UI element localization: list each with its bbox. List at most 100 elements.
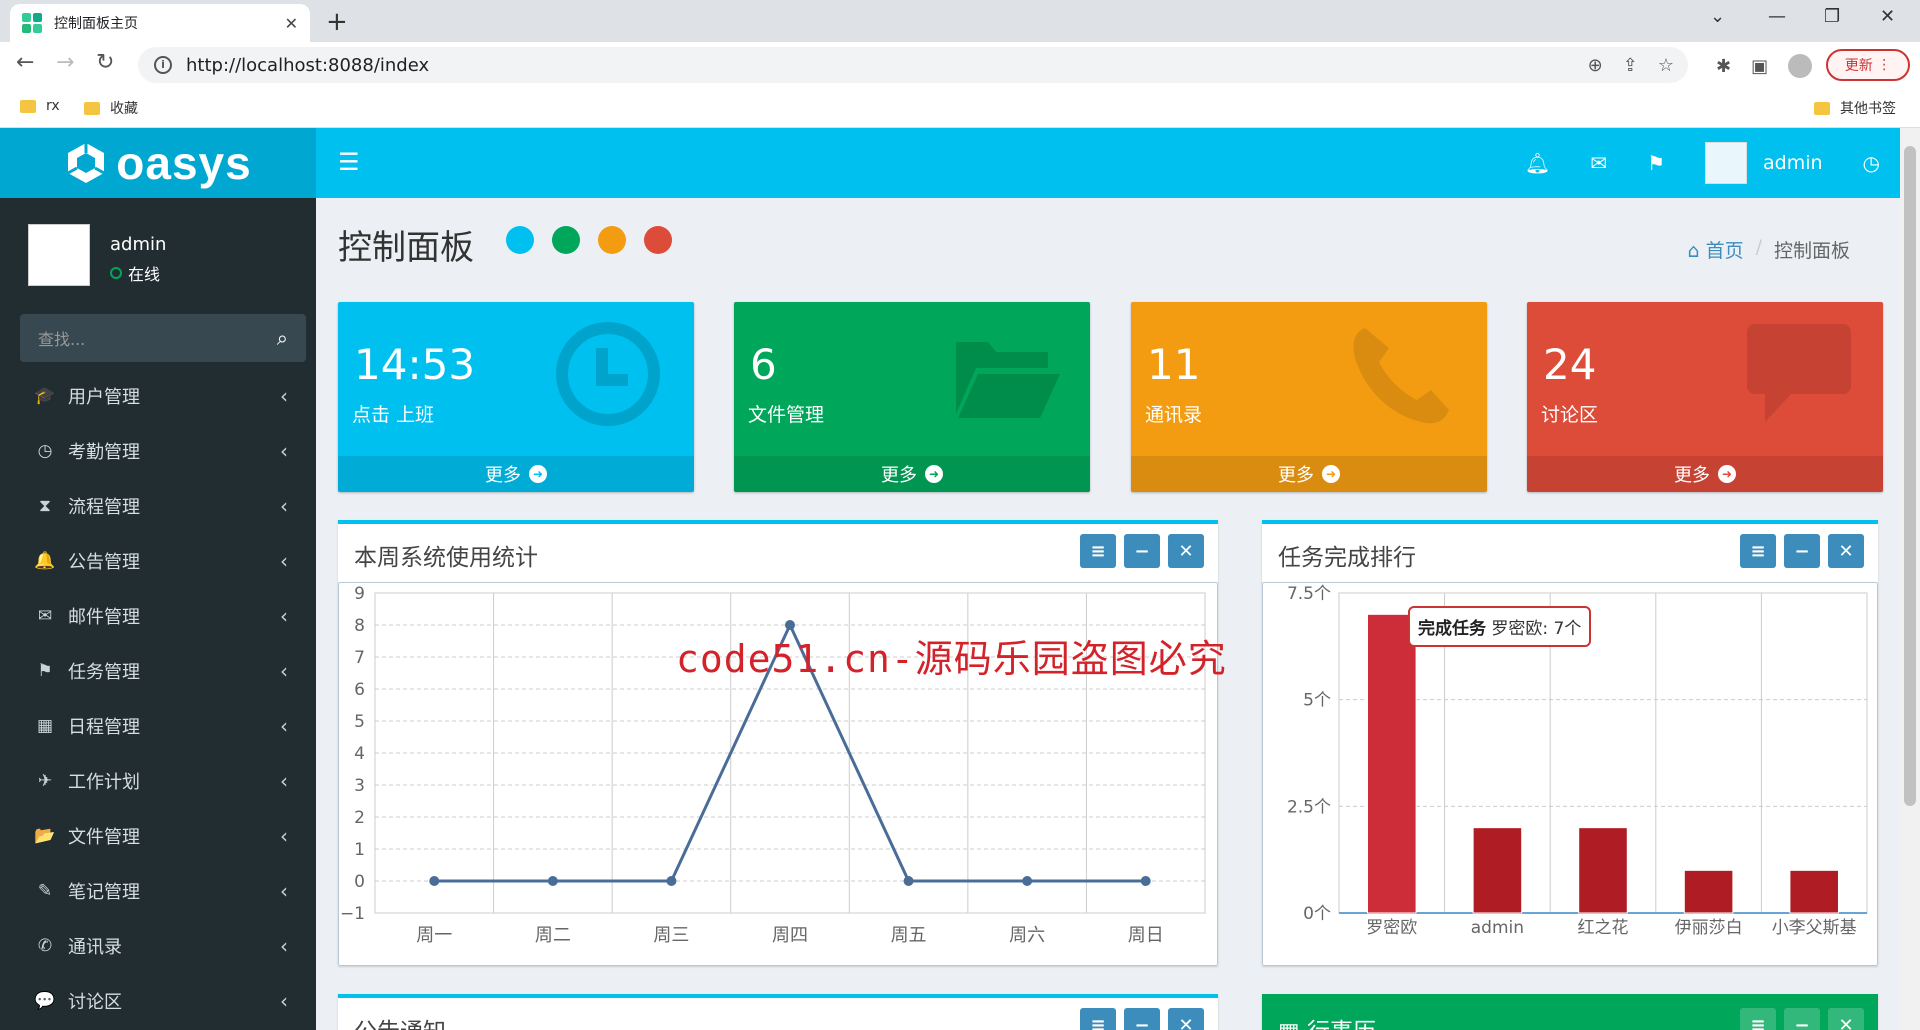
- arrow-circle-icon: ➜: [1718, 465, 1736, 483]
- site-info-icon[interactable]: i: [154, 56, 172, 74]
- color-dot-3[interactable]: [644, 226, 672, 254]
- list-icon[interactable]: ≡: [1740, 1008, 1776, 1030]
- breadcrumb-home-label: 首页: [1705, 240, 1744, 262]
- card-clock[interactable]: 14:53 点击 上班 更多 ➜: [338, 302, 694, 492]
- maximize-icon[interactable]: ❐: [1824, 6, 1840, 27]
- browser-tab[interactable]: 控制面板主页 ✕: [10, 4, 310, 42]
- more-link[interactable]: 更多 ➜: [734, 456, 1090, 492]
- sidebar-toggle-icon[interactable]: ☰: [338, 148, 360, 176]
- star-icon[interactable]: ☆: [1658, 55, 1674, 76]
- extensions-icon[interactable]: ✱: [1716, 56, 1731, 77]
- profile-avatar[interactable]: [1788, 54, 1813, 78]
- sidebar-item-2[interactable]: ⧗ 流程管理 ‹: [0, 478, 316, 533]
- zoom-icon[interactable]: ⊕: [1588, 55, 1603, 76]
- clock-icon: ◷: [37, 440, 53, 461]
- clock-icon[interactable]: ◷: [1863, 151, 1880, 175]
- sidebar-item-3[interactable]: 🔔 公告管理 ‹: [0, 533, 316, 588]
- new-tab-icon[interactable]: +: [326, 7, 348, 37]
- bookmark-rx[interactable]: rx: [20, 98, 60, 114]
- reload-icon[interactable]: ↻: [96, 50, 114, 75]
- sidebar-item-8[interactable]: 📂 文件管理 ‹: [0, 808, 316, 863]
- card-files[interactable]: 6 文件管理 更多 ➜: [734, 302, 1090, 492]
- chevron-left-icon: ‹: [280, 768, 288, 793]
- page-scrollbar[interactable]: [1900, 128, 1920, 1030]
- folder-open-icon: 📂: [34, 825, 56, 846]
- tab-close-icon[interactable]: ✕: [285, 14, 298, 33]
- sidebar-item-9[interactable]: ✎ 笔记管理 ‹: [0, 863, 316, 918]
- color-dot-0[interactable]: [506, 226, 534, 254]
- color-dot-2[interactable]: [598, 226, 626, 254]
- sidebar-item-label: 笔记管理: [68, 881, 140, 903]
- sidepanel-icon[interactable]: ▣: [1751, 56, 1768, 77]
- search-icon[interactable]: ⌕: [277, 326, 288, 350]
- sidebar-item-label: 讨论区: [68, 991, 122, 1013]
- sidebar-item-0[interactable]: 🎓 用户管理 ‹: [0, 368, 316, 423]
- flag-icon[interactable]: ⚑: [1647, 151, 1665, 175]
- back-icon[interactable]: ←: [16, 50, 34, 75]
- x-tick-label: 伊丽莎白: [1675, 918, 1743, 938]
- url-text: http://localhost:8088/index: [186, 54, 430, 76]
- remove-icon[interactable]: ✕: [1168, 534, 1204, 568]
- more-link[interactable]: 更多 ➜: [1527, 456, 1883, 492]
- breadcrumb-home[interactable]: ⌂ 首页: [1687, 236, 1743, 263]
- color-dot-1[interactable]: [552, 226, 580, 254]
- sidebar-item-4[interactable]: ✉ 邮件管理 ‹: [0, 588, 316, 643]
- scrollbar-thumb[interactable]: [1904, 146, 1916, 806]
- user-menu[interactable]: admin: [1705, 142, 1823, 184]
- chevron-left-icon: ‹: [280, 548, 288, 573]
- remove-icon[interactable]: ✕: [1828, 1008, 1864, 1030]
- url-bar[interactable]: i http://localhost:8088/index ⊕ ⇪ ☆: [138, 47, 1688, 83]
- list-icon[interactable]: ≡: [1080, 534, 1116, 568]
- calendar-icon: ▦: [1278, 1019, 1300, 1030]
- bookmark-other[interactable]: 其他书签: [1814, 98, 1896, 118]
- breadcrumb-separator: /: [1755, 236, 1762, 258]
- sidebar-search[interactable]: 查找... ⌕: [20, 314, 306, 362]
- window-close-icon[interactable]: ✕: [1880, 6, 1895, 27]
- sidebar-item-label: 用户管理: [68, 386, 140, 408]
- browser-tab-bar: 控制面板主页 ✕ + ⌄ — ❐ ✕: [0, 0, 1920, 42]
- bar: [1683, 869, 1734, 914]
- sidebar-item-1[interactable]: ◷ 考勤管理 ‹: [0, 423, 316, 478]
- update-button[interactable]: 更新 ⋮: [1826, 49, 1910, 81]
- more-label: 更多: [485, 465, 521, 486]
- y-tick-label: 5个: [1303, 691, 1331, 711]
- sidebar-item-5[interactable]: ⚑ 任务管理 ‹: [0, 643, 316, 698]
- sidebar-item-10[interactable]: ✆ 通讯录 ‹: [0, 918, 316, 973]
- data-point: [429, 876, 440, 886]
- bookmark-favorites[interactable]: 收藏: [84, 98, 138, 118]
- data-point: [666, 876, 677, 886]
- card-forum[interactable]: 24 讨论区 更多 ➜: [1527, 302, 1883, 492]
- sidebar-item-7[interactable]: ✈ 工作计划 ‹: [0, 753, 316, 808]
- page-title: 控制面板: [338, 228, 474, 268]
- more-link[interactable]: 更多 ➜: [338, 456, 694, 492]
- collapse-icon[interactable]: −: [1124, 534, 1160, 568]
- bar: [1367, 613, 1417, 914]
- bell-icon[interactable]: 🔔︎: [1525, 151, 1550, 175]
- collapse-icon[interactable]: −: [1784, 534, 1820, 568]
- edit-icon: ✎: [37, 880, 53, 901]
- card-contacts[interactable]: 11 通讯录 更多 ➜: [1131, 302, 1487, 492]
- sidebar-item-6[interactable]: ▦ 日程管理 ‹: [0, 698, 316, 753]
- sidebar-item-label: 工作计划: [68, 771, 140, 793]
- chevron-left-icon: ‹: [280, 438, 288, 463]
- box-title: ▦ 行事历: [1278, 1012, 1376, 1030]
- sidebar-item-label: 流程管理: [68, 496, 140, 518]
- collapse-icon[interactable]: −: [1124, 1008, 1160, 1030]
- more-link[interactable]: 更多 ➜: [1131, 456, 1487, 492]
- remove-icon[interactable]: ✕: [1828, 534, 1864, 568]
- minimize-icon[interactable]: —: [1768, 6, 1786, 27]
- list-icon[interactable]: ≡: [1080, 1008, 1116, 1030]
- chevron-left-icon: ‹: [280, 878, 288, 903]
- list-icon[interactable]: ≡: [1740, 534, 1776, 568]
- arrow-circle-icon: ➜: [1322, 465, 1340, 483]
- brand-logo[interactable]: oasys: [0, 128, 316, 198]
- tab-search-icon[interactable]: ⌄: [1710, 6, 1725, 27]
- share-icon[interactable]: ⇪: [1623, 55, 1638, 76]
- x-tick-label: 红之花: [1578, 918, 1629, 938]
- envelope-icon[interactable]: ✉: [1590, 151, 1607, 175]
- forward-icon[interactable]: →: [56, 50, 74, 75]
- collapse-icon[interactable]: −: [1784, 1008, 1820, 1030]
- search-input[interactable]: 查找...: [38, 326, 85, 350]
- sidebar-item-11[interactable]: 💬 讨论区 ‹: [0, 973, 316, 1028]
- remove-icon[interactable]: ✕: [1168, 1008, 1204, 1030]
